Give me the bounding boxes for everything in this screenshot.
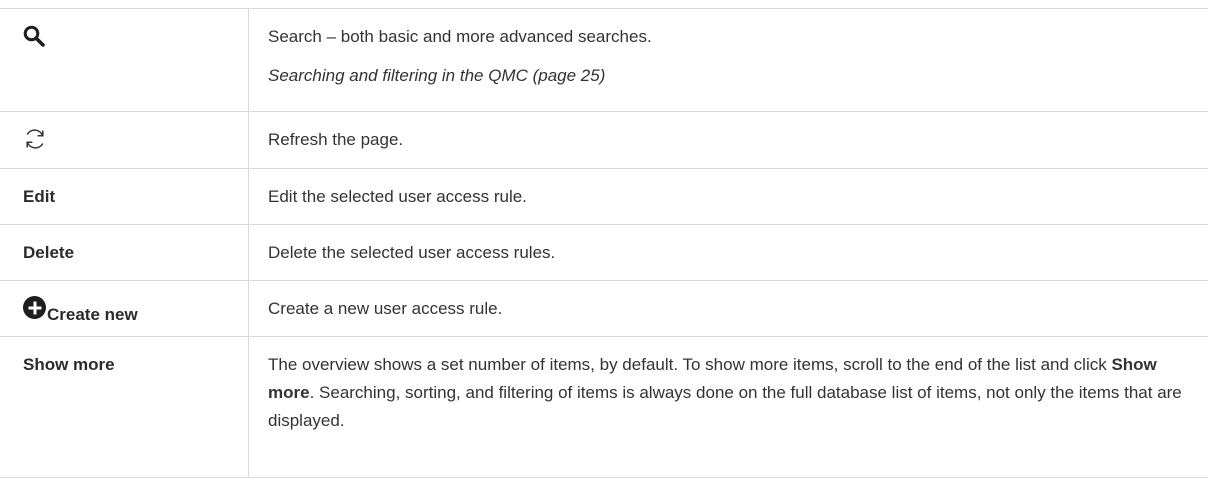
table-row-edit: Edit Edit the selected user access rule. [0,168,1208,225]
toolbar-reference-table: Search – both basic and more advanced se… [0,8,1208,478]
description-cell: Refresh the page. [248,111,1208,169]
description-cell: Edit the selected user access rule. [248,168,1208,225]
create-new-term: Create new [47,305,138,324]
table-row-delete: Delete Delete the selected user access r… [0,224,1208,281]
description-cell: Search – both basic and more advanced se… [248,8,1208,112]
term-cell [0,8,249,112]
show-more-term: Show more [23,355,115,374]
term-cell: Delete [0,224,249,281]
refresh-description: Refresh the page. [268,130,404,149]
searching-filtering-link[interactable]: Searching and filtering in the QMC (page… [268,62,1208,90]
show-more-description: The overview shows a set number of items… [268,351,1208,435]
delete-term: Delete [23,243,75,262]
search-description: Search – both basic and more advanced se… [268,27,652,46]
term-cell: Create new [0,280,249,337]
description-cell: Create a new user access rule. [248,280,1208,337]
search-icon [23,25,45,47]
table-row-show-more: Show more The overview shows a set numbe… [0,336,1208,478]
term-cell: Edit [0,168,249,225]
description-cell: Delete the selected user access rules. [248,224,1208,281]
refresh-icon [26,129,44,149]
delete-description: Delete the selected user access rules. [268,243,556,262]
term-cell: Show more [0,336,249,478]
show-more-description-start: The overview shows a set number of items… [268,355,1112,374]
edit-description: Edit the selected user access rule. [268,187,527,206]
table-row-refresh: Refresh the page. [0,111,1208,169]
term-cell [0,111,249,169]
edit-term: Edit [23,187,56,206]
create-new-description: Create a new user access rule. [268,299,503,318]
description-cell: The overview shows a set number of items… [248,336,1208,478]
plus-circle-icon [23,296,46,319]
table-row-create-new: Create new Create a new user access rule… [0,280,1208,337]
show-more-description-end: . Searching, sorting, and filtering of i… [268,383,1182,430]
table-row-search: Search – both basic and more advanced se… [0,8,1208,112]
